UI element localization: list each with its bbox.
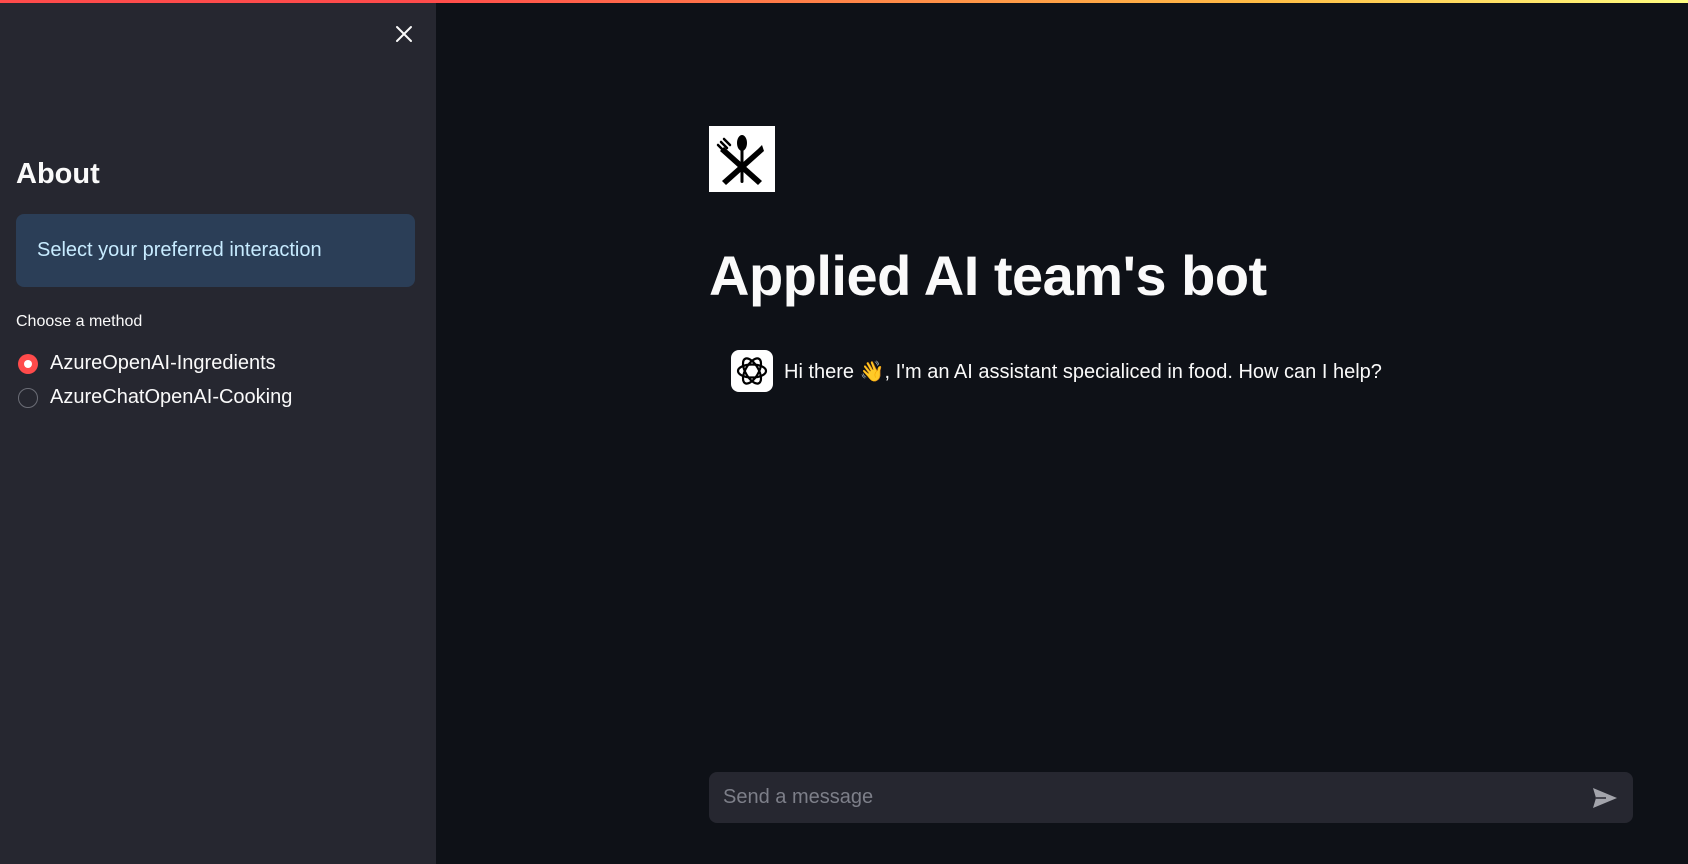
info-alert-text: Select your preferred interaction bbox=[37, 239, 322, 261]
sidebar: About Select your preferred interaction … bbox=[0, 0, 436, 864]
info-alert: Select your preferred interaction bbox=[16, 214, 415, 287]
page-title: Applied AI team's bot bbox=[709, 244, 1267, 307]
send-icon bbox=[1593, 787, 1617, 808]
assistant-avatar bbox=[731, 350, 773, 392]
app-logo bbox=[709, 126, 775, 192]
top-decoration-bar bbox=[0, 0, 1688, 3]
chat-message-assistant: Hi there 👋, I'm an AI assistant speciali… bbox=[731, 350, 1382, 392]
radio-option-azureopenai-ingredients[interactable]: AzureOpenAI-Ingredients bbox=[18, 352, 276, 375]
chat-input-container bbox=[709, 772, 1633, 823]
main-content: Applied AI team's bot Hi there 👋, I'm an… bbox=[436, 0, 1688, 864]
openai-logo-icon bbox=[736, 357, 768, 385]
about-heading: About bbox=[16, 158, 100, 190]
radio-option-label: AzureOpenAI-Ingredients bbox=[50, 352, 276, 374]
radio-button-unchecked[interactable] bbox=[18, 387, 38, 408]
close-sidebar-button[interactable] bbox=[390, 20, 418, 48]
close-icon bbox=[396, 26, 412, 42]
chat-input[interactable] bbox=[721, 785, 1589, 810]
radio-button-checked[interactable] bbox=[18, 353, 38, 374]
chat-message-text: Hi there 👋, I'm an AI assistant speciali… bbox=[784, 360, 1382, 383]
radio-option-label: AzureChatOpenAI-Cooking bbox=[50, 386, 293, 408]
radio-option-azurechatopenai-cooking[interactable]: AzureChatOpenAI-Cooking bbox=[18, 386, 292, 409]
method-radio-label: Choose a method bbox=[16, 313, 143, 330]
fork-knife-spoon-icon bbox=[716, 135, 764, 185]
send-button[interactable] bbox=[1589, 782, 1621, 814]
